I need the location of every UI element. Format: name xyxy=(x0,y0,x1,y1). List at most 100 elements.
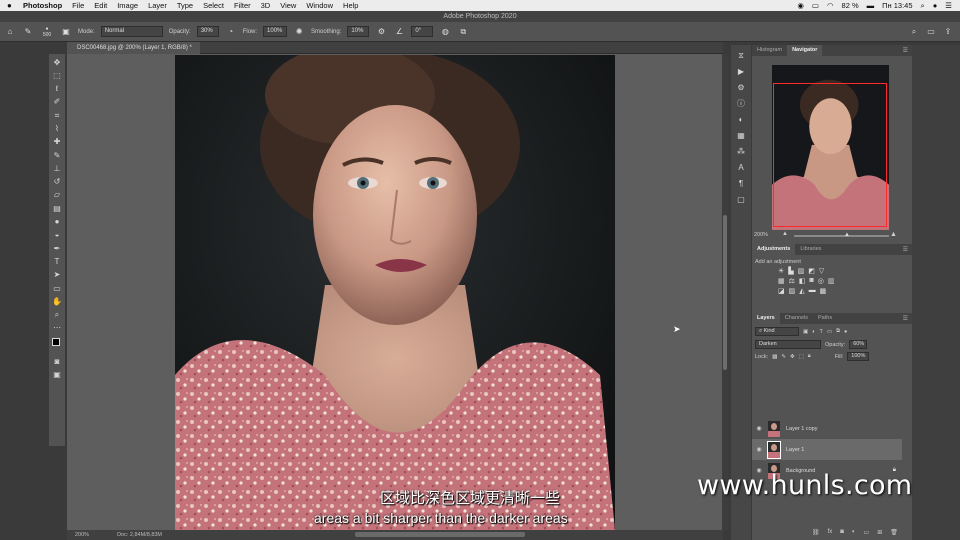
new-group-icon[interactable]: ▭ xyxy=(864,529,870,536)
lock-all-icon[interactable]: 🔒︎ xyxy=(808,353,811,360)
layer-name[interactable]: Layer 1 copy xyxy=(786,426,818,432)
gradient-tool-icon[interactable]: ▤ xyxy=(52,203,63,214)
fill-input[interactable]: 100% xyxy=(847,352,870,361)
black-white-icon[interactable]: ◧ xyxy=(799,277,806,285)
filter-smart-icon[interactable]: ⧉ xyxy=(836,328,840,335)
flag-icon[interactable]: ▬ xyxy=(867,1,875,10)
zoom-slider-handle[interactable]: ▲ xyxy=(844,232,850,238)
menu-type[interactable]: Type xyxy=(177,1,193,10)
lasso-tool-icon[interactable]: ℓ xyxy=(52,84,63,95)
brush-preset-picker[interactable]: ● 500 xyxy=(40,26,54,38)
menu-list-icon[interactable]: ☰ xyxy=(945,1,952,10)
menu-layer[interactable]: Layer xyxy=(148,1,167,10)
zoom-tool-icon[interactable]: ⌕ xyxy=(52,310,63,321)
panel-menu-icon[interactable]: ☰ xyxy=(903,246,908,253)
new-adjustment-icon[interactable]: ◐ xyxy=(852,529,856,536)
path-select-tool-icon[interactable]: ➤ xyxy=(52,270,63,281)
panel-menu-icon[interactable]: ☰ xyxy=(903,47,908,54)
dodge-tool-icon[interactable]: ◒ xyxy=(52,230,63,241)
layer-row-selected[interactable]: ◉ Layer 1 xyxy=(752,439,902,460)
menu-filter[interactable]: Filter xyxy=(234,1,251,10)
mode-select[interactable]: Normal xyxy=(100,26,163,37)
smoothing-gear-icon[interactable]: ⚙ xyxy=(375,26,387,38)
tab-libraries[interactable]: Libraries xyxy=(795,244,826,255)
layer-row[interactable]: ◉ Layer 1 copy xyxy=(752,418,902,439)
lock-artboard-icon[interactable]: ⬚ xyxy=(799,354,804,360)
menu-image[interactable]: Image xyxy=(117,1,138,10)
history-panel-icon[interactable]: ⧖ xyxy=(736,50,747,61)
quick-mask-icon[interactable]: ◙ xyxy=(52,357,63,368)
lock-position-icon[interactable]: ✥ xyxy=(790,354,795,360)
layer-style-icon[interactable]: fx xyxy=(828,529,833,536)
angle-icon[interactable]: ∠ xyxy=(393,26,405,38)
tab-paths[interactable]: Paths xyxy=(813,313,837,324)
channel-mixer-icon[interactable]: ◎ xyxy=(818,277,824,285)
color-balance-icon[interactable]: ⚖ xyxy=(789,277,795,285)
airbrush-icon[interactable]: ✺ xyxy=(293,26,305,38)
blend-mode-select[interactable]: Darken xyxy=(755,340,821,349)
layer-filter-kind[interactable]: ⌕ Kind xyxy=(755,327,799,336)
navigator-view-box[interactable] xyxy=(773,83,887,227)
zoom-in-icon[interactable]: ▲ xyxy=(890,231,897,238)
eraser-tool-icon[interactable]: ▱ xyxy=(52,190,63,201)
vertical-scroll-thumb[interactable] xyxy=(723,215,727,370)
eye-icon[interactable]: ◉ xyxy=(752,446,766,453)
menu-select[interactable]: Select xyxy=(203,1,224,10)
brush-settings-icon[interactable]: ▣ xyxy=(60,26,72,38)
type-tool-icon[interactable]: T xyxy=(52,256,63,267)
opacity-input[interactable]: 30% xyxy=(196,26,219,37)
layer-opacity-input[interactable]: 60% xyxy=(849,340,868,349)
pressure-opacity-icon[interactable]: ◔ xyxy=(225,26,237,38)
navigator-zoom-slider[interactable] xyxy=(794,235,889,237)
selective-color-icon[interactable]: ▩ xyxy=(820,287,827,295)
filter-shape-icon[interactable]: ▭ xyxy=(827,329,832,335)
move-tool-icon[interactable]: ✥ xyxy=(52,57,63,68)
rectangle-tool-icon[interactable]: ▭ xyxy=(52,283,63,294)
blur-tool-icon[interactable]: ● xyxy=(52,217,63,228)
symmetry-icon[interactable]: ⧉ xyxy=(457,26,469,38)
brush-tool-icon[interactable]: ✎ xyxy=(22,26,34,38)
quick-select-tool-icon[interactable]: ✐ xyxy=(52,97,63,108)
history-brush-tool-icon[interactable]: ↺ xyxy=(52,177,63,188)
hue-saturation-icon[interactable]: ▦ xyxy=(778,277,785,285)
brush-tool-icon[interactable]: ✎ xyxy=(52,150,63,161)
eyedropper-tool-icon[interactable]: ⌇ xyxy=(52,123,63,134)
swatches-panel-icon[interactable]: ▦ xyxy=(736,130,747,141)
crop-tool-icon[interactable]: ⌗ xyxy=(52,110,63,121)
clone-stamp-tool-icon[interactable]: ⊥ xyxy=(52,163,63,174)
invert-icon[interactable]: ◪ xyxy=(778,287,785,295)
tab-navigator[interactable]: Navigator xyxy=(787,45,823,56)
layer-name[interactable]: Layer 1 xyxy=(786,447,804,453)
glyphs-panel-icon[interactable]: ▢ xyxy=(736,194,747,205)
pen-tool-icon[interactable]: ✒ xyxy=(52,243,63,254)
color-panel-icon[interactable]: ◐ xyxy=(736,114,747,125)
brushes-panel-icon[interactable]: ⁂ xyxy=(736,146,747,157)
healing-brush-tool-icon[interactable]: ✚ xyxy=(52,137,63,148)
user-icon[interactable]: ● xyxy=(933,1,938,10)
menu-file[interactable]: File xyxy=(72,1,84,10)
flow-input[interactable]: 100% xyxy=(263,26,288,37)
hand-tool-icon[interactable]: ✋ xyxy=(52,296,63,307)
curves-icon[interactable]: ▧ xyxy=(798,267,805,275)
properties-panel-icon[interactable]: ⚙ xyxy=(736,82,747,93)
screen-mode-icon[interactable]: ▣ xyxy=(52,370,63,381)
battery-level[interactable]: 82 % xyxy=(842,1,859,10)
filter-pixel-icon[interactable]: ▣ xyxy=(803,329,808,335)
search-icon[interactable]: ⌕ xyxy=(908,26,920,38)
record-icon[interactable]: ◉ xyxy=(797,1,804,10)
menu-help[interactable]: Help xyxy=(343,1,358,10)
navigator-zoom[interactable]: 200% xyxy=(754,232,768,238)
gradient-map-icon[interactable]: ▬ xyxy=(809,287,816,295)
status-doc-info[interactable]: Doc: 2,84M/8,83M xyxy=(117,532,162,538)
menu-3d[interactable]: 3D xyxy=(261,1,271,10)
workspace-icon[interactable]: ▭ xyxy=(925,26,937,38)
panel-menu-icon[interactable]: ☰ xyxy=(903,315,908,322)
tab-channels[interactable]: Channels xyxy=(780,313,813,324)
menu-app-name[interactable]: Photoshop xyxy=(23,1,62,10)
vibrance-icon[interactable]: ▽ xyxy=(819,267,824,275)
pressure-size-icon[interactable]: ◍ xyxy=(439,26,451,38)
actions-panel-icon[interactable]: ▶ xyxy=(736,66,747,77)
info-panel-icon[interactable]: ⓘ xyxy=(736,98,747,109)
menu-window[interactable]: Window xyxy=(306,1,333,10)
brightness-contrast-icon[interactable]: ☀ xyxy=(778,267,784,275)
